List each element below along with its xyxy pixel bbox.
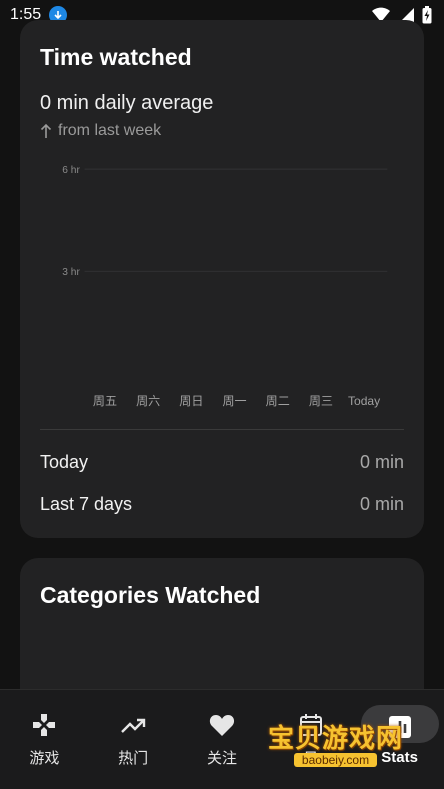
battery-charging-icon bbox=[422, 6, 432, 24]
daily-average: 0 min daily average bbox=[40, 92, 214, 114]
trend-line: from last week bbox=[40, 122, 161, 140]
x-tick-label: 周五 bbox=[93, 394, 117, 408]
x-tick-label: Today bbox=[348, 394, 380, 408]
divider bbox=[40, 429, 404, 430]
nav-label-following: 关注 bbox=[206, 750, 237, 767]
heart-icon bbox=[209, 715, 235, 736]
x-tick-label: 周二 bbox=[266, 394, 290, 408]
arrow-up-icon bbox=[40, 123, 52, 138]
nav-item-trending[interactable]: 热门 bbox=[89, 711, 177, 768]
watermark-text: 宝贝游戏网 bbox=[268, 723, 404, 753]
x-tick-label: 周六 bbox=[136, 394, 160, 408]
gamepad-icon bbox=[33, 714, 56, 736]
x-tick-label: 周日 bbox=[179, 394, 203, 408]
nav-label-trending: 热门 bbox=[118, 750, 149, 767]
time-watched-title: Time watched bbox=[40, 44, 192, 70]
nav-item-following[interactable]: 关注 bbox=[178, 711, 266, 768]
last-7-days-row: Last 7 days 0 min bbox=[40, 494, 404, 515]
categories-watched-title: Categories Watched bbox=[40, 582, 261, 608]
trend-text: from last week bbox=[58, 122, 162, 139]
y-tick-label: 3 hr bbox=[62, 267, 80, 278]
nav-item-games[interactable]: 游戏 bbox=[0, 711, 88, 768]
last-7-days-label: Last 7 days bbox=[40, 494, 133, 514]
today-value: 0 min bbox=[359, 452, 404, 472]
nav-label-games: 游戏 bbox=[29, 750, 60, 767]
x-tick-label: 周三 bbox=[309, 394, 333, 408]
trending-icon bbox=[121, 718, 146, 733]
today-row: Today 0 min bbox=[40, 452, 404, 473]
time-watched-chart: 6 hr 3 hr 周五 周六 周日 周一 周二 周三 Today bbox=[62, 165, 388, 408]
watermark-url: baobeiy.com bbox=[293, 753, 378, 767]
watermark-logo: 宝贝游戏网 baobeiy.com bbox=[268, 718, 403, 767]
x-tick-label: 周一 bbox=[222, 394, 246, 408]
y-tick-label: 6 hr bbox=[62, 165, 80, 176]
today-label: Today bbox=[40, 452, 89, 472]
categories-watched-card: Categories Watched bbox=[20, 558, 424, 698]
last-7-days-value: 0 min bbox=[359, 494, 404, 514]
time-watched-card: Time watched 0 min daily average from la… bbox=[20, 20, 424, 538]
